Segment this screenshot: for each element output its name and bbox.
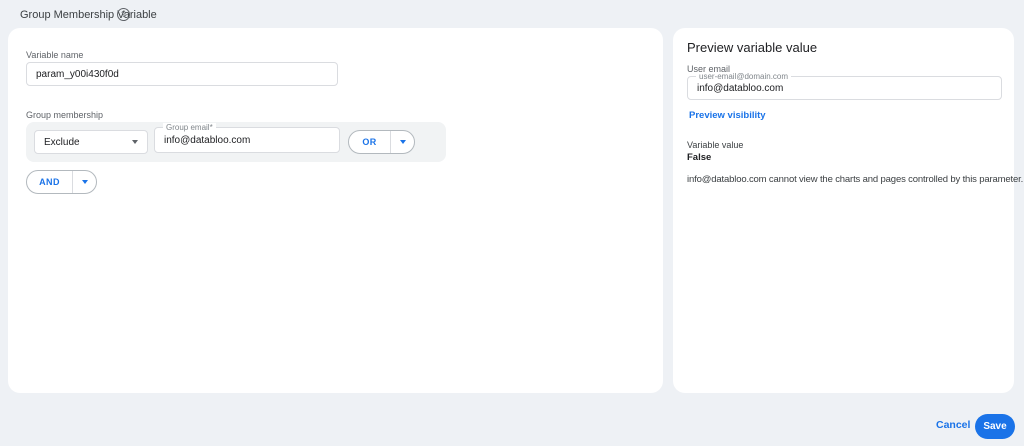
save-button[interactable]: Save: [975, 414, 1015, 439]
group-membership-label: Group membership: [26, 110, 104, 120]
or-button[interactable]: OR: [349, 131, 390, 153]
variable-value-label: Variable value: [687, 140, 744, 150]
preview-panel-title: Preview variable value: [687, 40, 818, 55]
group-email-field: Group email*: [154, 123, 340, 153]
preview-visibility-link[interactable]: Preview visibility: [689, 110, 766, 121]
cancel-button[interactable]: Cancel: [936, 419, 970, 431]
chevron-down-icon: [399, 140, 406, 144]
help-icon[interactable]: ?: [117, 8, 130, 21]
variable-value-text: False: [687, 152, 712, 163]
and-button-group: AND: [26, 170, 97, 194]
visibility-description: info@databloo.com cannot view the charts…: [687, 174, 1024, 185]
chevron-down-icon: [81, 180, 88, 184]
variable-name-input[interactable]: [26, 62, 338, 86]
user-email-floating-label: user-email@domain.com: [696, 72, 792, 81]
or-dropdown-toggle[interactable]: [390, 131, 414, 153]
page-title: Group Membership Variable: [20, 9, 157, 21]
and-button[interactable]: AND: [27, 171, 72, 193]
and-dropdown-toggle[interactable]: [72, 171, 96, 193]
user-email-field: user-email@domain.com: [687, 72, 1002, 100]
preview-panel-card: Preview variable value User email user-e…: [673, 28, 1023, 393]
group-email-floating-label: Group email*: [163, 123, 216, 132]
or-button-group: OR: [348, 130, 415, 154]
operator-dropdown[interactable]: Exclude: [34, 130, 148, 154]
condition-row: Exclude Group email* OR: [26, 122, 446, 162]
operator-dropdown-value: Exclude: [44, 136, 80, 148]
chevron-down-icon: [132, 140, 138, 144]
variable-name-label: Variable name: [26, 50, 84, 60]
condition-builder-card: Variable name Group membership Exclude G…: [8, 28, 663, 393]
